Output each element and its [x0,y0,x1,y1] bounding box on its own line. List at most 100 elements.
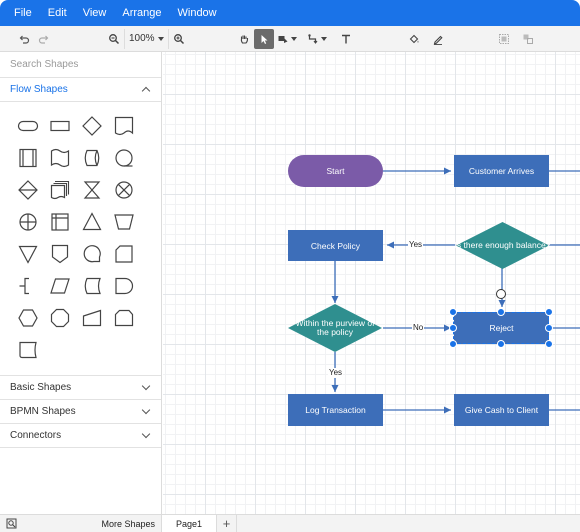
menu-view[interactable]: View [75,0,115,26]
manual-operation-shape[interactable] [112,210,136,234]
bpmn-shapes-header[interactable]: BPMN Shapes [0,400,161,424]
fill-color-button[interactable] [404,29,424,49]
sort-shape[interactable] [16,178,40,202]
node-customer-arrives-label: Customer Arrives [468,166,535,176]
collate-icon [83,181,101,199]
node-enough-balance[interactable]: Is there enough balance? [455,222,550,269]
draw-shape-dropdown[interactable] [274,29,300,49]
node-give-cash[interactable]: Give Cash to Client [454,394,549,426]
node-check-policy[interactable]: Check Policy [288,230,383,261]
manual-input-shape[interactable] [80,306,104,330]
summing-junction-shape[interactable] [112,178,136,202]
stroke-color-button[interactable] [428,29,448,49]
node-within-purview[interactable]: Within the purview of the policy [288,304,382,352]
resize-handle-bottom-right[interactable] [545,340,553,348]
card-icon [115,245,133,263]
connector-dropdown[interactable] [304,29,330,49]
menu-window[interactable]: Window [170,0,225,26]
group-tools [494,29,538,49]
chevron-down-icon [157,37,164,41]
zoom-in-button[interactable] [169,29,189,49]
collate-shape[interactable] [80,178,104,202]
terminator-shape[interactable] [16,114,40,138]
resize-handle-left[interactable] [449,324,457,332]
resize-handle-top[interactable] [497,308,505,316]
undo-button[interactable] [14,29,34,49]
parallelogram-icon [50,278,70,294]
multi-document-shape[interactable] [48,178,72,202]
redo-button[interactable] [34,29,54,49]
connector-icon [308,34,318,44]
flow-shapes-grid [0,102,161,376]
resize-handle-right[interactable] [545,324,553,332]
zoom-level-dropdown[interactable]: 100% [124,29,169,49]
zoom-out-button[interactable] [104,29,124,49]
sequential-access-storage-shape[interactable] [80,242,104,266]
chevron-down-icon [141,429,151,439]
rotate-handle-icon[interactable] [496,289,506,299]
preparation-shape[interactable] [16,306,40,330]
node-log-transaction[interactable]: Log Transaction [288,394,383,426]
internal-storage-shape[interactable] [48,210,72,234]
menu-arrange[interactable]: Arrange [114,0,169,26]
zoom-in-icon [173,34,184,45]
node-start[interactable]: Start [288,155,383,187]
terminator-icon [17,120,39,132]
punched-tape-icon [19,341,37,359]
toolbar: 100% [0,26,580,52]
stored-data-shape[interactable] [80,274,104,298]
delay-shape[interactable] [112,274,136,298]
connectors-layer [331,167,580,414]
node-customer-arrives[interactable]: Customer Arrives [454,155,549,187]
chevron-up-icon [141,86,151,96]
resize-handle-bottom-left[interactable] [449,340,457,348]
more-shapes-label: More Shapes [101,518,155,529]
display-shape[interactable] [112,306,136,330]
document-shape[interactable] [112,114,136,138]
resize-handle-top-right[interactable] [545,308,553,316]
process-shape[interactable] [48,114,72,138]
text-tool-button[interactable] [336,29,356,49]
decision-icon [82,116,102,136]
paint-bucket-icon [409,34,419,44]
resize-handle-top-left[interactable] [449,308,457,316]
group-button[interactable] [494,29,514,49]
resize-handle-bottom[interactable] [497,340,505,348]
direct-data-shape[interactable] [80,146,104,170]
punched-tape-shape[interactable] [16,338,40,362]
more-shapes-button[interactable]: More Shapes [0,514,162,532]
pan-tool-button[interactable] [234,29,254,49]
zoom-out-icon [109,34,120,45]
diagram-canvas[interactable]: Yes No Yes Start Customer Arrives Is the… [163,52,580,514]
select-tool-button[interactable] [254,29,274,49]
or-shape[interactable] [16,210,40,234]
basic-shapes-header[interactable]: Basic Shapes [0,376,161,400]
manual-operation-icon [114,214,134,230]
flow-shapes-header[interactable]: Flow Shapes [0,78,161,102]
loop-limit-shape[interactable] [48,306,72,330]
predefined-process-shape[interactable] [16,146,40,170]
off-page-reference-shape[interactable] [48,242,72,266]
sequential-data-shape[interactable] [112,146,136,170]
ungroup-button[interactable] [518,29,538,49]
text-icon [342,34,350,44]
data-shape[interactable] [48,274,72,298]
menu-file[interactable]: File [6,0,40,26]
menu-bar: File Edit View Arrange Window [0,0,580,26]
search-shapes-input[interactable] [10,59,150,70]
decision-shape[interactable] [80,114,104,138]
annotation-shape[interactable] [16,274,40,298]
plus-icon: + [222,516,231,531]
extract-shape[interactable] [80,210,104,234]
node-reject-label: Reject [489,323,514,333]
page-tab[interactable]: Page1 [162,514,218,532]
menu-edit[interactable]: Edit [40,0,75,26]
card-shape[interactable] [112,242,136,266]
merge-shape[interactable] [16,242,40,266]
add-page-button[interactable]: + [217,514,238,532]
direct-data-icon [84,149,100,167]
connectors-header[interactable]: Connectors [0,424,161,448]
flow-shapes-label: Flow Shapes [10,84,68,95]
paper-tape-shape[interactable] [48,146,72,170]
or-icon [19,213,37,231]
